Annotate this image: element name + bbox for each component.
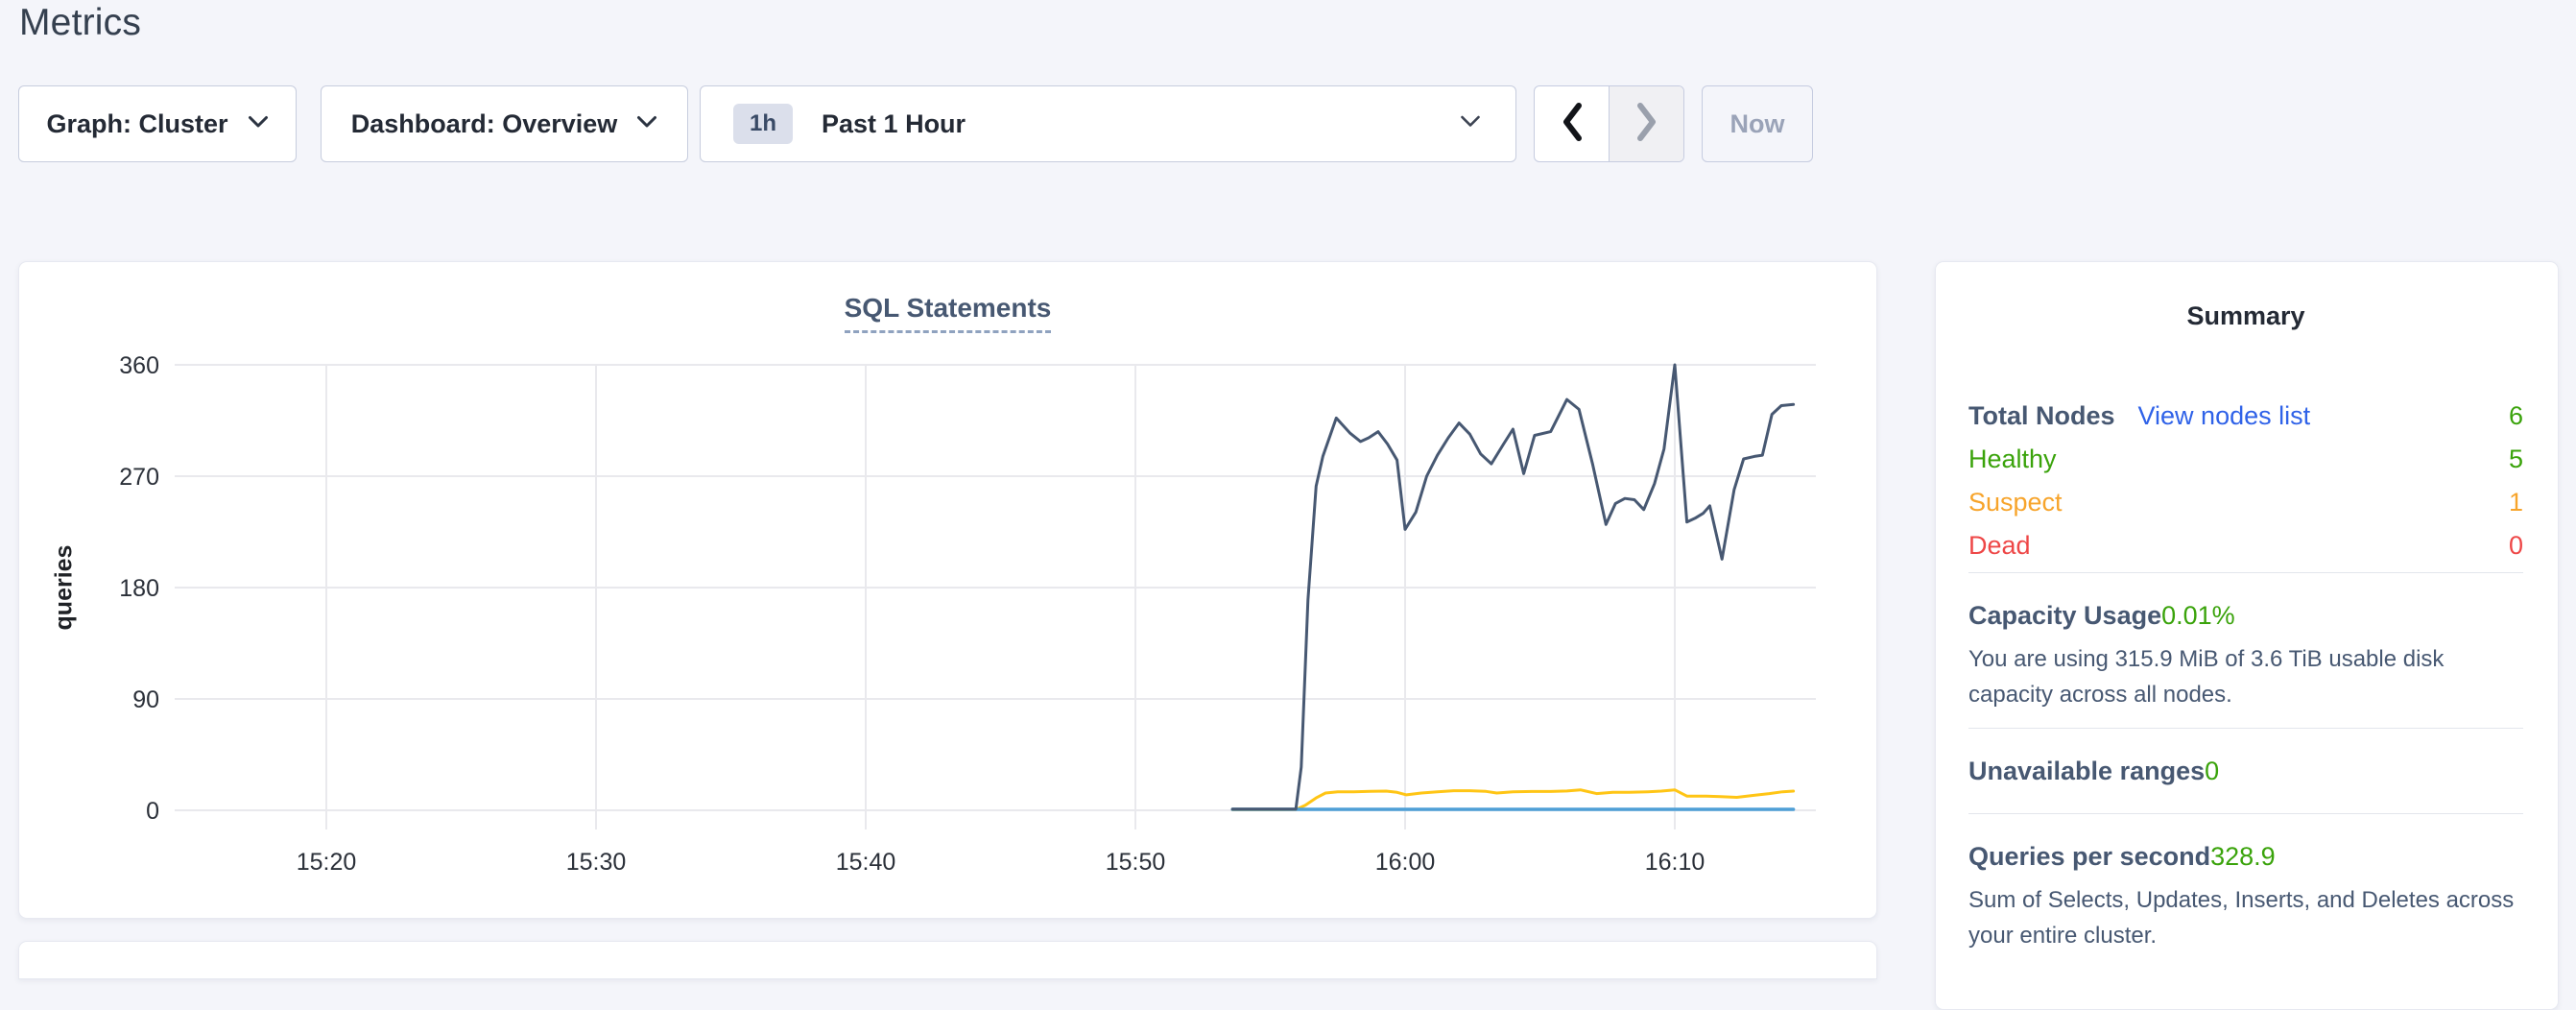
suspect-nodes-row: Suspect 1 [1968,481,2523,524]
next-time-button[interactable] [1609,86,1683,161]
time-step-buttons [1534,85,1684,162]
x-tick-label: 15:40 [836,849,896,876]
total-nodes-value: 6 [2509,395,2523,438]
queries-per-second-description: Sum of Selects, Updates, Inserts, and De… [1968,882,2523,953]
capacity-usage-row: Capacity Usage 0.01% [1968,599,2523,632]
y-tick-label: 180 [119,575,159,602]
x-tick-label: 16:10 [1645,849,1705,876]
chevron-down-icon [248,115,269,133]
y-tick-label: 270 [119,464,159,491]
view-nodes-list-link[interactable]: View nodes list [2138,395,2311,438]
divider [1968,813,2523,814]
dead-label: Dead [1968,524,2031,567]
dead-value: 0 [2509,524,2523,567]
total-nodes-label: Total Nodes [1968,395,2115,438]
summary-panel: Summary Total Nodes View nodes list 6 He… [1935,261,2559,1010]
x-tick-label: 15:20 [297,849,357,876]
suspect-value: 1 [2509,481,2523,524]
dead-nodes-row: Dead 0 [1968,524,2523,567]
capacity-usage-description: You are using 315.9 MiB of 3.6 TiB usabl… [1968,641,2523,712]
dashboard-selector-label: Dashboard: Overview [351,109,618,139]
chevron-left-icon [1559,101,1586,148]
x-tick-label: 15:50 [1106,849,1166,876]
sql-statements-chart-card: SQL Statements queries 09018027036015:20… [18,261,1877,919]
summary-title: Summary [1968,301,2523,331]
sql-statements-chart: 0 90 180 270 360 15:20 15:30 15:40 15:50 16:00 16:… [19,262,1878,920]
unavailable-ranges-value: 0 [2205,755,2219,787]
chevron-down-icon [636,115,657,133]
capacity-usage-value: 0.01% [2161,599,2235,632]
time-range-selector[interactable]: 1h Past 1 Hour [700,85,1516,162]
x-tick-label: 16:00 [1375,849,1436,876]
now-button[interactable]: Now [1702,85,1813,162]
healthy-value: 5 [2509,438,2523,481]
y-tick-label: 0 [146,798,159,825]
healthy-nodes-row: Healthy 5 [1968,438,2523,481]
queries-per-second-row: Queries per second 328.9 [1968,840,2523,873]
queries-per-second-value: 328.9 [2210,840,2276,873]
x-tick-label: 15:30 [566,849,627,876]
unavailable-ranges-row: Unavailable ranges 0 [1968,755,2523,787]
nodes-summary: Total Nodes View nodes list 6 Healthy 5 … [1968,395,2523,567]
total-nodes-row: Total Nodes View nodes list 6 [1968,395,2523,438]
time-range-badge: 1h [733,104,793,144]
y-tick-label: 360 [119,352,159,379]
healthy-label: Healthy [1968,438,2057,481]
unavailable-ranges-label: Unavailable ranges [1968,755,2205,787]
graph-selector-dropdown[interactable]: Graph: Cluster [18,85,297,162]
chevron-down-icon [1460,115,1481,133]
y-tick-label: 90 [132,686,159,713]
chevron-right-icon [1634,101,1660,148]
divider [1968,728,2523,729]
time-range-label: Past 1 Hour [822,109,966,139]
suspect-label: Suspect [1968,481,2063,524]
page-title: Metrics [19,2,141,44]
queries-per-second-label: Queries per second [1968,840,2210,873]
capacity-usage-label: Capacity Usage [1968,599,2161,632]
prev-time-button[interactable] [1535,86,1609,161]
divider [1968,572,2523,573]
dashboard-selector-dropdown[interactable]: Dashboard: Overview [321,85,688,162]
next-chart-card [18,941,1877,979]
graph-selector-label: Graph: Cluster [46,109,227,139]
series-line-yellow [1232,790,1793,810]
